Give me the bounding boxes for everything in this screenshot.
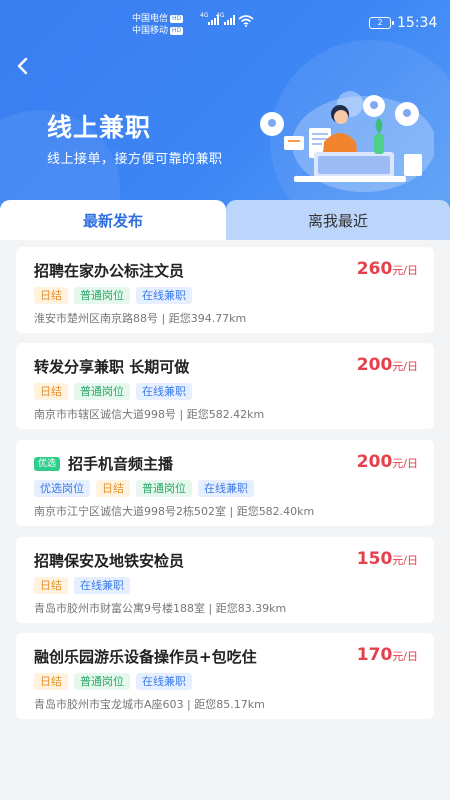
clock: 15:34 <box>397 15 438 31</box>
job-salary: 200元/日 <box>357 452 418 472</box>
tag-regular-post: 普通岗位 <box>74 383 130 400</box>
job-title: 招聘保安及地铁安检员 <box>34 550 184 571</box>
salary-amount: 260 <box>356 259 393 279</box>
job-salary: 170元/日 <box>357 645 418 665</box>
tag-online-job: 在线兼职 <box>136 383 192 400</box>
salary-amount: 200 <box>356 452 393 472</box>
tab-latest[interactable]: 最新发布 <box>0 200 226 240</box>
job-tags: 日结 在线兼职 <box>34 577 130 594</box>
tag-daily-pay: 日结 <box>96 480 130 497</box>
job-tags: 优选岗位 日结 普通岗位 在线兼职 <box>34 480 254 497</box>
featured-badge: 优选 <box>34 456 61 471</box>
job-card[interactable]: 招聘保安及地铁安检员 150元/日 日结 在线兼职 青岛市胶州市财富公寓9号楼1… <box>16 537 434 623</box>
job-title-text: 招聘保安及地铁安检员 <box>34 552 185 570</box>
job-address: 淮安市楚州区南京路88号 | 距您394.77km <box>34 312 247 325</box>
job-list: 招聘在家办公标注文员 260元/日 日结 普通岗位 在线兼职 淮安市楚州区南京路… <box>0 240 450 800</box>
carrier-1: 中国电信 <box>132 14 169 24</box>
job-address: 青岛市胶州市宝龙城市A座603 | 距您85.17km <box>34 698 265 711</box>
tag-regular-post: 普通岗位 <box>136 480 192 497</box>
salary-amount: 200 <box>356 355 393 375</box>
page-subtitle: 线上接单，接方便可靠的兼职 <box>47 152 223 167</box>
salary-unit: 元/日 <box>392 457 418 470</box>
tag-online-job: 在线兼职 <box>136 673 192 690</box>
tag-regular-post: 普通岗位 <box>74 287 130 304</box>
job-title: 招聘在家办公标注文员 <box>34 260 184 281</box>
job-card[interactable]: 转发分享兼职 长期可做 200元/日 日结 普通岗位 在线兼职 南京市市辖区诚信… <box>16 343 434 429</box>
tag-daily-pay: 日结 <box>34 383 68 400</box>
salary-unit: 元/日 <box>392 264 418 277</box>
hd-badge: HD <box>170 14 184 23</box>
salary-amount: 170 <box>356 645 393 665</box>
status-bar: 中国电信 HD 中国移动 HD 4G 4G 2 15:34 <box>0 0 450 46</box>
job-salary: 260元/日 <box>357 259 418 279</box>
job-title-text: 转发分享兼职 长期可做 <box>34 358 190 376</box>
job-address: 南京市江宁区诚信大道998号2栋502室 | 距您582.40km <box>34 505 315 518</box>
job-tags: 日结 普通岗位 在线兼职 <box>34 287 192 304</box>
job-title: 优选 招手机音频主播 <box>34 453 173 474</box>
job-title-text: 融创乐园游乐设备操作员+包吃住 <box>34 648 257 666</box>
job-tags: 日结 普通岗位 在线兼职 <box>34 383 192 400</box>
job-title-text: 招手机音频主播 <box>68 455 174 473</box>
job-address: 南京市市辖区诚信大道998号 | 距您582.42km <box>34 408 265 421</box>
tab-bar: 最新发布 离我最近 <box>0 200 450 240</box>
hd-badge: HD <box>170 26 184 35</box>
page-title: 线上兼职 <box>47 113 152 142</box>
tag-featured-post: 优选岗位 <box>34 480 90 497</box>
job-card[interactable]: 融创乐园游乐设备操作员+包吃住 170元/日 日结 普通岗位 在线兼职 青岛市胶… <box>16 633 434 719</box>
job-address: 青岛市胶州市财富公寓9号楼188室 | 距您83.39km <box>34 602 287 615</box>
job-tags: 日结 普通岗位 在线兼职 <box>34 673 192 690</box>
tag-regular-post: 普通岗位 <box>74 673 130 690</box>
job-card[interactable]: 优选 招手机音频主播 200元/日 优选岗位 日结 普通岗位 在线兼职 南京市江宁… <box>16 440 434 526</box>
salary-amount: 150 <box>356 549 393 569</box>
wifi-icon <box>238 15 254 27</box>
salary-unit: 元/日 <box>392 360 418 373</box>
battery-icon: 2 <box>369 17 394 29</box>
tag-online-job: 在线兼职 <box>74 577 130 594</box>
job-salary: 150元/日 <box>357 549 418 569</box>
salary-unit: 元/日 <box>392 650 418 663</box>
remote-work-illustration <box>260 91 434 192</box>
job-salary: 200元/日 <box>357 355 418 375</box>
tag-daily-pay: 日结 <box>34 577 68 594</box>
carrier-2: 中国移动 <box>132 26 169 36</box>
carrier-info: 中国电信 HD 中国移动 HD <box>132 13 184 37</box>
tag-online-job: 在线兼职 <box>198 480 254 497</box>
battery-level: 2 <box>377 18 383 27</box>
salary-unit: 元/日 <box>392 554 418 567</box>
tag-daily-pay: 日结 <box>34 287 68 304</box>
job-title: 转发分享兼职 长期可做 <box>34 356 189 377</box>
tag-online-job: 在线兼职 <box>136 287 192 304</box>
chevron-left-icon[interactable] <box>12 55 34 77</box>
job-title: 融创乐园游乐设备操作员+包吃住 <box>34 646 257 667</box>
job-card[interactable]: 招聘在家办公标注文员 260元/日 日结 普通岗位 在线兼职 淮安市楚州区南京路… <box>16 247 434 333</box>
tab-nearby[interactable]: 离我最近 <box>226 200 450 240</box>
tag-daily-pay: 日结 <box>34 673 68 690</box>
job-title-text: 招聘在家办公标注文员 <box>34 262 185 280</box>
